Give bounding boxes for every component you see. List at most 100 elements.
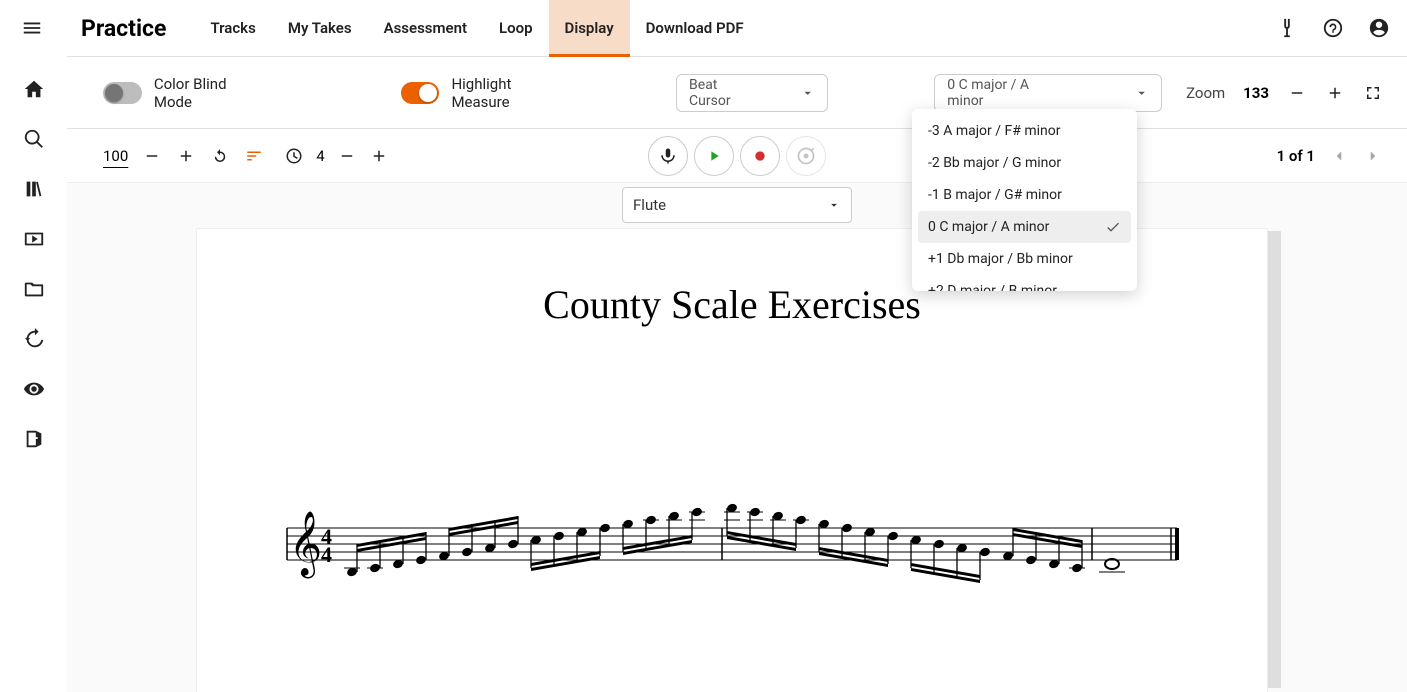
highlight-label: Highlight Measure [451,75,569,111]
zoom-in-button[interactable] [1325,83,1345,103]
highlight-toggle-group: Highlight Measure [401,75,570,111]
prev-page-button[interactable] [1329,146,1349,166]
score-sheet[interactable]: County Scale Exercises � [197,229,1267,692]
nav-home[interactable] [22,77,46,101]
tab-label: Display [565,19,614,37]
chevron-down-icon [800,85,815,101]
play-icon [706,148,722,164]
tab-tracks[interactable]: Tracks [194,0,271,56]
tuning-fork-icon [1276,17,1298,39]
hamburger-icon [21,17,43,39]
tempo-increase-button[interactable] [176,146,196,166]
page-title: Practice [81,15,166,42]
color-blind-toggle[interactable] [103,82,142,104]
music-staff: 𝄞 4 4 [277,488,1187,598]
key-select[interactable]: 0 C major / A minor [934,74,1162,112]
hamburger-menu-button[interactable] [20,16,44,40]
zoom-label: Zoom [1186,84,1225,102]
exit-icon [23,428,45,450]
transport-controls [648,136,826,176]
target-icon [796,146,816,166]
left-nav [0,57,67,692]
key-option[interactable]: -3 A major / F# minor [912,115,1137,147]
tab-download-pdf[interactable]: Download PDF [630,0,760,56]
highlight-toggle[interactable] [401,82,440,104]
toggle-knob [419,84,437,102]
nav-video[interactable] [22,227,46,251]
folder-icon [23,278,45,300]
library-icon [23,178,45,200]
count-in-value: 4 [316,147,324,165]
count-in-decrease-button[interactable] [337,146,357,166]
tab-label: Loop [499,19,533,37]
minus-icon [143,147,161,165]
toggle-knob [105,84,123,102]
play-button[interactable] [694,136,734,176]
vertical-scrollbar[interactable] [1267,231,1281,688]
record-button[interactable] [740,136,780,176]
history-icon [23,328,45,350]
tempo-reset-button[interactable] [210,146,230,166]
zoom-group: Zoom 133 [1186,83,1383,103]
header-tabs: Tracks My Takes Assessment Loop Display … [194,0,759,56]
key-option[interactable]: -2 Bb major / G minor [912,147,1137,179]
top-header: Practice Tracks My Takes Assessment Loop… [67,0,1407,57]
help-button[interactable] [1321,16,1345,40]
mic-icon [659,147,677,165]
chevron-right-icon [1364,147,1382,165]
header-right [1275,16,1391,40]
fullscreen-button[interactable] [1363,83,1383,103]
instrument-value: Flute [633,196,666,214]
plus-icon [177,147,195,165]
tab-display[interactable]: Display [549,0,630,56]
chevron-left-icon [1330,147,1348,165]
account-button[interactable] [1367,16,1391,40]
nav-search[interactable] [22,127,46,151]
video-icon [23,228,45,250]
plus-icon [370,147,388,165]
count-in-group: 4 [284,146,388,166]
cursor-mode-select[interactable]: Beat Cursor [676,74,828,112]
minus-icon [1288,84,1306,102]
nav-folder[interactable] [22,277,46,301]
key-option[interactable]: +2 D major / B minor [912,275,1137,291]
tab-label: My Takes [288,19,352,37]
nav-exit[interactable] [22,427,46,451]
color-blind-label: Color Blind Mode [154,75,265,111]
tab-my-takes[interactable]: My Takes [272,0,368,56]
tuner-button[interactable] [1275,16,1299,40]
key-option-selected[interactable]: 0 C major / A minor [918,211,1131,243]
nav-library[interactable] [22,177,46,201]
count-in-icon-btn[interactable] [284,146,304,166]
next-page-button[interactable] [1363,146,1383,166]
accompaniment-button[interactable] [786,136,826,176]
mic-button[interactable] [648,136,688,176]
option-label: +1 Db major / Bb minor [928,251,1073,267]
tempo-value[interactable]: 100 [103,147,128,165]
sort-button[interactable] [244,146,264,166]
tab-loop[interactable]: Loop [483,0,549,56]
page-indicator: 1 of 1 [1277,147,1315,165]
svg-text:𝄞: 𝄞 [289,511,322,578]
eye-icon [23,378,45,400]
help-icon [1322,17,1344,39]
instrument-select[interactable]: Flute [622,187,852,223]
svg-text:4: 4 [321,542,332,567]
page-group: 1 of 1 [1277,146,1383,166]
zoom-out-button[interactable] [1287,83,1307,103]
key-option[interactable]: -1 B major / G# minor [912,179,1137,211]
key-option[interactable]: +1 Db major / Bb minor [912,243,1137,275]
check-icon [1105,219,1121,235]
plus-icon [1326,84,1344,102]
search-icon [23,128,45,150]
select-value: Beat Cursor [689,77,759,109]
nav-visibility[interactable] [22,377,46,401]
tab-assessment[interactable]: Assessment [368,0,483,56]
tempo-decrease-button[interactable] [142,146,162,166]
count-in-increase-button[interactable] [369,146,389,166]
clock-icon [285,147,303,165]
nav-history[interactable] [22,327,46,351]
playback-bar: 100 4 1 of 1 [67,129,1407,183]
option-label: -3 A major / F# minor [928,123,1060,139]
color-blind-toggle-group: Color Blind Mode [103,75,265,111]
